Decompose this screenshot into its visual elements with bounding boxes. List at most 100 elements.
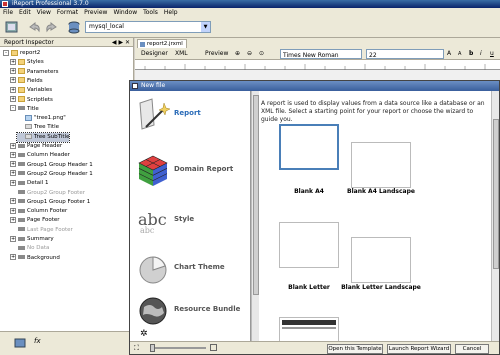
tree-item[interactable]: + Group2 Group Header 1 — [10, 170, 93, 179]
expand-icon[interactable]: + — [10, 254, 16, 261]
cancel-button[interactable]: Cancel — [455, 344, 489, 354]
zoom-fit-icon[interactable]: ⊙ — [259, 50, 264, 57]
new-report-button[interactable] — [4, 20, 20, 34]
expand-icon[interactable]: + — [10, 179, 16, 186]
expand-icon[interactable]: + — [10, 207, 16, 214]
tree-item[interactable]: "tree1.png" — [17, 114, 66, 123]
template-blank-a4-landscape[interactable] — [351, 142, 411, 188]
template-scrollbar[interactable] — [491, 91, 499, 343]
expand-icon[interactable]: + — [10, 216, 16, 223]
redo-button[interactable] — [44, 20, 60, 34]
tree-item[interactable]: No Data — [10, 244, 49, 253]
tree-item[interactable]: + Fields — [10, 77, 43, 86]
tree-item[interactable]: + Variables — [10, 86, 52, 95]
zoom-slider-knob[interactable] — [150, 344, 155, 352]
report-icon — [11, 49, 18, 56]
xml-tab[interactable]: XML — [175, 50, 188, 57]
tab-report2[interactable]: report2.jrxml — [137, 39, 187, 48]
template-scroll-thumb[interactable] — [493, 119, 499, 269]
template-blank-a4[interactable] — [279, 124, 339, 170]
tree-item[interactable]: Tree SubTitle — [15, 131, 71, 143]
new-file-dialog: New file Report Domain Report abc abc St… — [129, 80, 500, 355]
preview-tab[interactable]: Preview — [205, 50, 228, 57]
fit-view-icon[interactable]: ⛶ — [134, 344, 139, 353]
menu-window[interactable]: Window — [113, 8, 137, 17]
tree-item[interactable]: Last Page Footer — [10, 226, 73, 235]
expand-icon[interactable]: + — [10, 151, 16, 158]
menu-view[interactable]: View — [37, 8, 51, 17]
open-template-button[interactable]: Open this Template — [327, 344, 383, 354]
font-grow-icon[interactable]: A — [447, 50, 451, 57]
fields-icon — [18, 77, 25, 84]
tree-item-label: Background — [27, 254, 60, 261]
collapse-icon[interactable]: - — [3, 49, 9, 56]
expand-icon[interactable]: + — [10, 170, 16, 177]
font-family-select[interactable]: Times New Roman — [280, 49, 362, 59]
tree-item[interactable]: + Scriptlets — [10, 96, 53, 105]
category-resource-bundle-label: Resource Bundle — [174, 305, 241, 313]
category-scrollbar[interactable] — [251, 91, 259, 343]
tree-item[interactable]: + Summary — [10, 235, 54, 244]
tree-item[interactable]: + Parameters — [10, 68, 58, 77]
tree-item[interactable]: + Column Header — [10, 151, 70, 160]
panel-controls[interactable]: ◀ ▶ ✕ — [112, 38, 130, 47]
tree-item[interactable]: - Title — [10, 105, 39, 114]
template-blank-letter[interactable] — [279, 222, 339, 268]
tree-item-label: Last Page Footer — [27, 226, 73, 233]
expand-icon[interactable]: + — [10, 77, 16, 84]
italic-icon[interactable]: i — [480, 50, 482, 57]
menu-file[interactable]: File — [3, 8, 13, 17]
expand-icon[interactable]: + — [10, 235, 16, 242]
tree-item[interactable]: + Group1 Group Header 1 — [10, 161, 93, 170]
category-style[interactable]: abc abc Style — [130, 197, 251, 247]
launch-wizard-button[interactable]: Launch Report Wizard — [387, 344, 451, 354]
bottom-tool-icon[interactable] — [14, 338, 26, 350]
expand-icon[interactable]: + — [10, 161, 16, 168]
tree-item[interactable]: Group2 Group Footer — [10, 189, 85, 198]
undo-button[interactable] — [26, 20, 42, 34]
tree-item[interactable]: + Background — [10, 254, 60, 263]
expand-icon[interactable]: + — [10, 68, 16, 75]
category-resource-bundle[interactable]: Resource Bundle — [130, 287, 251, 337]
font-size-select[interactable]: 22 — [366, 49, 444, 59]
tree-item[interactable]: + Column Footer — [10, 207, 67, 216]
expand-icon[interactable]: + — [10, 86, 16, 93]
menu-edit[interactable]: Edit — [19, 8, 31, 17]
template-blank-letter-landscape[interactable] — [351, 237, 411, 283]
tree-item[interactable]: + Page Header — [10, 142, 62, 151]
tree-item[interactable]: + Detail 1 — [10, 179, 48, 188]
underline-icon[interactable]: u — [490, 50, 494, 57]
menu-tools[interactable]: Tools — [143, 8, 158, 17]
expand-icon[interactable]: + — [10, 198, 16, 205]
expand-icon[interactable]: + — [10, 58, 16, 65]
datasource-button[interactable] — [66, 20, 82, 34]
collapse-icon[interactable]: - — [10, 105, 16, 112]
zoom-in-icon[interactable]: ⊕ — [235, 50, 240, 57]
actual-size-icon[interactable] — [210, 344, 217, 351]
menu-format[interactable]: Format — [57, 8, 78, 17]
menu-preview[interactable]: Preview — [84, 8, 107, 17]
category-scroll-thumb[interactable] — [253, 95, 259, 295]
tree-item[interactable]: + Styles — [10, 58, 44, 67]
more-category-icon[interactable]: ✲ — [140, 329, 148, 339]
tree-item[interactable]: Tree Title — [17, 123, 59, 132]
template-preview-partial[interactable] — [279, 317, 339, 343]
designer-tab[interactable]: Designer — [141, 50, 168, 57]
expression-icon[interactable]: fx — [34, 337, 41, 345]
tree-item[interactable]: + Page Footer — [10, 216, 60, 225]
zoom-out-icon[interactable]: ⊖ — [247, 50, 252, 57]
bold-icon[interactable]: b — [469, 50, 473, 57]
category-domain-report[interactable]: Domain Report — [130, 147, 251, 197]
category-report[interactable]: Report — [130, 91, 251, 141]
tree-item[interactable]: - report2 — [3, 49, 40, 58]
expand-icon[interactable]: + — [10, 142, 16, 149]
font-shrink-icon[interactable]: A — [458, 51, 461, 57]
zoom-slider[interactable] — [150, 344, 206, 352]
menu-help[interactable]: Help — [164, 8, 178, 17]
band-icon — [18, 208, 25, 213]
tree-item[interactable]: + Group1 Group Footer 1 — [10, 198, 90, 207]
chevron-down-icon[interactable]: ▼ — [201, 22, 210, 32]
datasource-select[interactable]: mysql_local ▼ — [85, 21, 211, 33]
menu-bar: File Edit View Format Preview Window Too… — [0, 8, 500, 17]
expand-icon[interactable]: + — [10, 96, 16, 102]
